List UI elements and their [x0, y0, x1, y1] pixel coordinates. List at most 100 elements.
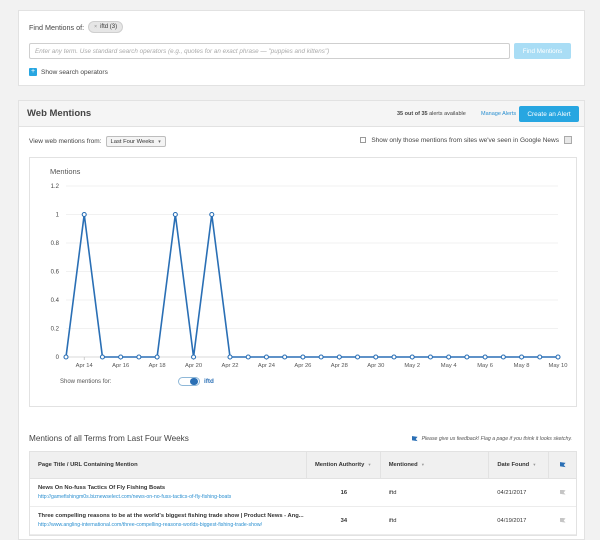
- data-point: [427, 354, 433, 360]
- manage-alerts-link[interactable]: Manage Alerts: [481, 111, 516, 117]
- column-header-label: Mentioned: [388, 462, 418, 468]
- flag-cell: [549, 507, 576, 534]
- x-tick-label: Apr 28: [331, 363, 348, 369]
- y-tick-label: 0.6: [51, 270, 60, 276]
- mentions-table-title: Mentions of all Terms from Last Four Wee…: [29, 434, 189, 443]
- show-mentions-row: Show mentions for: iftd: [60, 377, 214, 386]
- data-point: [355, 354, 361, 360]
- date-cell: 04/19/2017: [497, 517, 527, 524]
- date-range-value: Last Four Weeks: [110, 138, 155, 145]
- data-point: [537, 354, 543, 360]
- chevron-down-icon: ▾: [158, 138, 161, 145]
- google-news-checkbox[interactable]: [360, 137, 367, 143]
- data-point: [136, 354, 142, 360]
- data-point: [209, 211, 215, 218]
- data-point: [81, 211, 87, 218]
- plus-icon[interactable]: +: [29, 68, 37, 76]
- data-point: [191, 354, 197, 360]
- authority-cell: 16: [340, 489, 348, 496]
- data-point: [391, 354, 397, 360]
- column-header-date[interactable]: Date Found ▾: [489, 452, 550, 478]
- x-tick-label: May 8: [514, 363, 530, 369]
- x-tick-label: Apr 20: [185, 363, 202, 369]
- x-tick-label: Apr 30: [367, 363, 384, 369]
- page-cell: News On No-fuss Tactics Of Fly Fishing B…: [30, 479, 307, 506]
- google-news-label[interactable]: Show only those mentions from sites we'v…: [371, 137, 559, 144]
- search-term-pill[interactable]: × iftd (3): [88, 21, 124, 33]
- x-tick-label: Apr 18: [149, 363, 166, 369]
- x-tick-label: May 4: [441, 363, 458, 369]
- find-mentions-button[interactable]: Find Mentions: [514, 43, 571, 59]
- x-tick-label: May 6: [477, 363, 493, 369]
- data-point: [118, 354, 124, 360]
- column-header-page-title[interactable]: Page Title / URL Containing Mention: [30, 452, 307, 478]
- y-tick-label: 0.4: [51, 298, 60, 304]
- column-header-label: Date Found: [497, 462, 530, 468]
- series-line: [65, 213, 558, 358]
- google-news-filter: Show only those mentions from sites we'v…: [360, 136, 572, 144]
- y-tick-label: 1.2: [51, 184, 60, 190]
- data-point: [227, 354, 233, 360]
- sort-icon[interactable]: ▾: [422, 462, 424, 468]
- data-point: [464, 354, 470, 360]
- mentioned-cell: iftd: [388, 517, 397, 524]
- search-panel: Find Mentions of: × iftd (3) Find Mentio…: [18, 10, 585, 86]
- data-point: [336, 354, 342, 360]
- x-tick-label: Apr 26: [294, 363, 311, 369]
- flag-icon[interactable]: [559, 517, 566, 523]
- toggle-knob: [190, 378, 198, 385]
- data-point: [245, 354, 251, 360]
- column-header-authority[interactable]: Mention Authority ▾: [307, 452, 381, 478]
- data-point: [519, 354, 525, 360]
- sort-icon[interactable]: ▾: [533, 462, 535, 468]
- column-header-flag[interactable]: [549, 452, 576, 478]
- table-row: Three compelling reasons to be at the wo…: [30, 507, 576, 535]
- view-mentions-row: View web mentions from: Last Four Weeks …: [29, 136, 166, 147]
- search-input[interactable]: [29, 43, 510, 59]
- feedback-text: Please give us feedback! Flag a page if …: [421, 436, 572, 442]
- page-url-link[interactable]: http://www.angling-international.com/thr…: [38, 522, 262, 528]
- view-mentions-label: View web mentions from:: [29, 138, 102, 145]
- flag-icon: [411, 436, 418, 442]
- series-toggle[interactable]: [178, 377, 200, 386]
- y-tick-label: 0: [56, 355, 60, 361]
- flag-icon[interactable]: [559, 489, 566, 495]
- feedback-note: Please give us feedback! Flag a page if …: [411, 436, 572, 442]
- alerts-count: 35 out of 35 alerts available: [397, 111, 466, 117]
- create-alert-button[interactable]: Create an Alert: [519, 106, 579, 122]
- column-header-label: Page Title / URL Containing Mention: [38, 462, 138, 468]
- flag-cell: [549, 479, 576, 506]
- date-range-select[interactable]: Last Four Weeks ▾: [105, 136, 166, 147]
- web-mentions-panel: Web Mentions 35 out of 35 alerts availab…: [18, 100, 585, 540]
- remove-term-icon[interactable]: ×: [94, 24, 97, 30]
- data-point: [282, 354, 288, 360]
- mentions-line-chart: Mentions 0 0.2 0.4 0.6 0.8 1 1.2 Apr 14 Apr 16 Apr…: [50, 167, 568, 369]
- y-axis-title: Mentions: [50, 167, 81, 176]
- y-tick-label: 1: [56, 213, 60, 219]
- show-search-operators[interactable]: + Show search operators: [29, 68, 108, 76]
- page-url-link[interactable]: http://gamefishingm0s.biznewselect.com/n…: [38, 494, 231, 500]
- web-mentions-title: Web Mentions: [27, 108, 92, 119]
- data-point: [500, 354, 506, 360]
- flag-icon: [559, 462, 566, 468]
- column-header-mentioned[interactable]: Mentioned ▾: [381, 452, 490, 478]
- x-tick-label: Apr 24: [258, 363, 276, 369]
- sort-icon[interactable]: ▾: [368, 462, 370, 468]
- date-cell: 04/21/2017: [497, 489, 527, 496]
- web-mentions-header: Web Mentions 35 out of 35 alerts availab…: [19, 101, 584, 127]
- data-point: [409, 354, 415, 360]
- show-search-operators-label[interactable]: Show search operators: [41, 69, 108, 76]
- mentions-chart: Mentions 0 0.2 0.4 0.6 0.8 1 1.2 Apr 14 Apr 16 Apr…: [29, 157, 577, 407]
- series-term-label[interactable]: iftd: [204, 378, 214, 385]
- data-point: [318, 354, 324, 360]
- y-tick-label: 0.2: [51, 327, 60, 333]
- google-news-icon: [564, 136, 572, 144]
- table-header: Page Title / URL Containing Mention Ment…: [30, 452, 576, 479]
- data-point: [373, 354, 379, 360]
- y-tick-label: 0.8: [51, 241, 60, 247]
- find-mentions-row: Find Mentions of: × iftd (3): [29, 21, 124, 33]
- page-title: News On No-fuss Tactics Of Fly Fishing B…: [38, 485, 166, 491]
- x-tick-label: May 10: [548, 363, 567, 369]
- x-tick-label: Apr 22: [221, 363, 238, 369]
- show-mentions-label: Show mentions for:: [60, 378, 112, 385]
